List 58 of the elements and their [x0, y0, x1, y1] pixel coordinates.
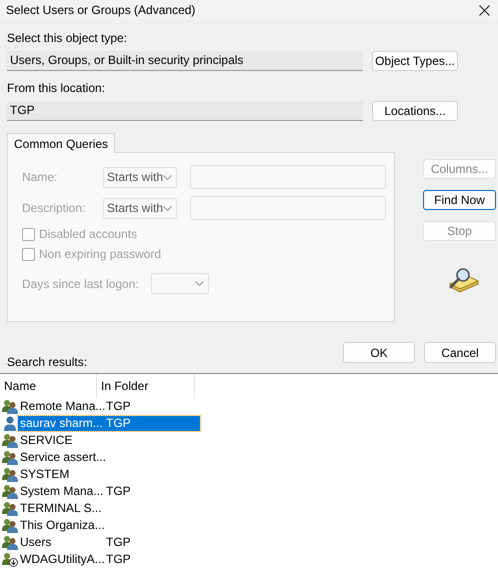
- result-row[interactable]: TERMINAL S...: [18, 501, 200, 516]
- name-cell-text: saurav sharm...: [19, 416, 104, 431]
- users-icon: [2, 535, 18, 550]
- folder-cell-text: TGP: [105, 484, 131, 499]
- name-cell-text: Users: [19, 535, 52, 550]
- folder-cell-text: TGP: [105, 416, 131, 431]
- users-icon: [2, 501, 18, 516]
- result-row[interactable]: SERVICE: [18, 433, 200, 448]
- field-label: Days since last logon:: [22, 276, 139, 290]
- result-row[interactable]: saurav sharm... TGP: [18, 416, 200, 431]
- dialog-button[interactable]: OK: [343, 342, 415, 363]
- result-row[interactable]: This Organiza...: [18, 518, 200, 533]
- column-header[interactable]: Name: [0, 374, 97, 398]
- result-row[interactable]: System Mana... TGP: [18, 484, 200, 499]
- name-cell-text: Service assert...: [19, 450, 104, 465]
- name-cell-text: WDAGUtilityA...: [19, 552, 104, 567]
- checkbox-label: Disabled accounts: [39, 227, 138, 241]
- users-icon: [2, 467, 18, 482]
- name-cell-text: System Mana...: [19, 484, 104, 499]
- window-title: Select Users or Groups (Advanced): [6, 3, 196, 17]
- folder-cell-text: TGP: [105, 552, 131, 567]
- column-header[interactable]: In Folder: [97, 374, 195, 398]
- name-cell-text: Remote Mana...: [19, 399, 104, 414]
- name-cell-text: This Organiza...: [19, 518, 104, 533]
- field-label: Description:: [22, 201, 86, 215]
- name-cell-text: SERVICE: [19, 433, 74, 448]
- result-row[interactable]: Remote Mana...TGP: [18, 399, 200, 414]
- chevron-icon: [194, 281, 204, 286]
- close-icon[interactable]: [479, 4, 490, 16]
- chevron-icon: [163, 174, 172, 180]
- users-icon: [2, 518, 18, 533]
- locations-button[interactable]: Locations...: [372, 101, 458, 121]
- users-icon: [2, 399, 18, 414]
- result-row[interactable]: SYSTEM: [18, 467, 200, 482]
- result-row[interactable]: Service assert...: [18, 450, 200, 465]
- chevron-icon: [163, 206, 172, 210]
- users-icon: [2, 484, 18, 499]
- result-row[interactable]: WDAGUtilityA...TGP: [18, 552, 200, 567]
- checkbox-label: Non expiring password: [39, 247, 162, 261]
- days-dropdown[interactable]: [150, 273, 209, 294]
- object-types-button[interactable]: Object Types...: [372, 51, 458, 71]
- dialog-button[interactable]: Cancel: [424, 342, 496, 363]
- users-icon: [2, 450, 18, 465]
- folder-cell-text: TGP: [105, 399, 131, 414]
- tab[interactable]: Common Queries: [7, 133, 116, 153]
- object-type-field: Users, Groups, or Built-in security principals: [7, 51, 363, 71]
- result-row[interactable]: Users TGP: [18, 535, 200, 550]
- name-cell-text: TERMINAL S...: [19, 501, 103, 516]
- name-cell-text: SYSTEM: [19, 467, 70, 482]
- field-label: Select this object type:: [7, 31, 128, 45]
- folder-cell-text: TGP: [105, 535, 131, 550]
- field-label: Name:: [22, 170, 58, 184]
- results-label: Search results:: [7, 355, 88, 369]
- side-button[interactable]: Find Now: [423, 190, 496, 210]
- users-icon: [2, 433, 18, 448]
- field-label: From this location:: [7, 81, 106, 95]
- user-icon: [2, 416, 18, 431]
- location-field: TGP: [7, 101, 363, 121]
